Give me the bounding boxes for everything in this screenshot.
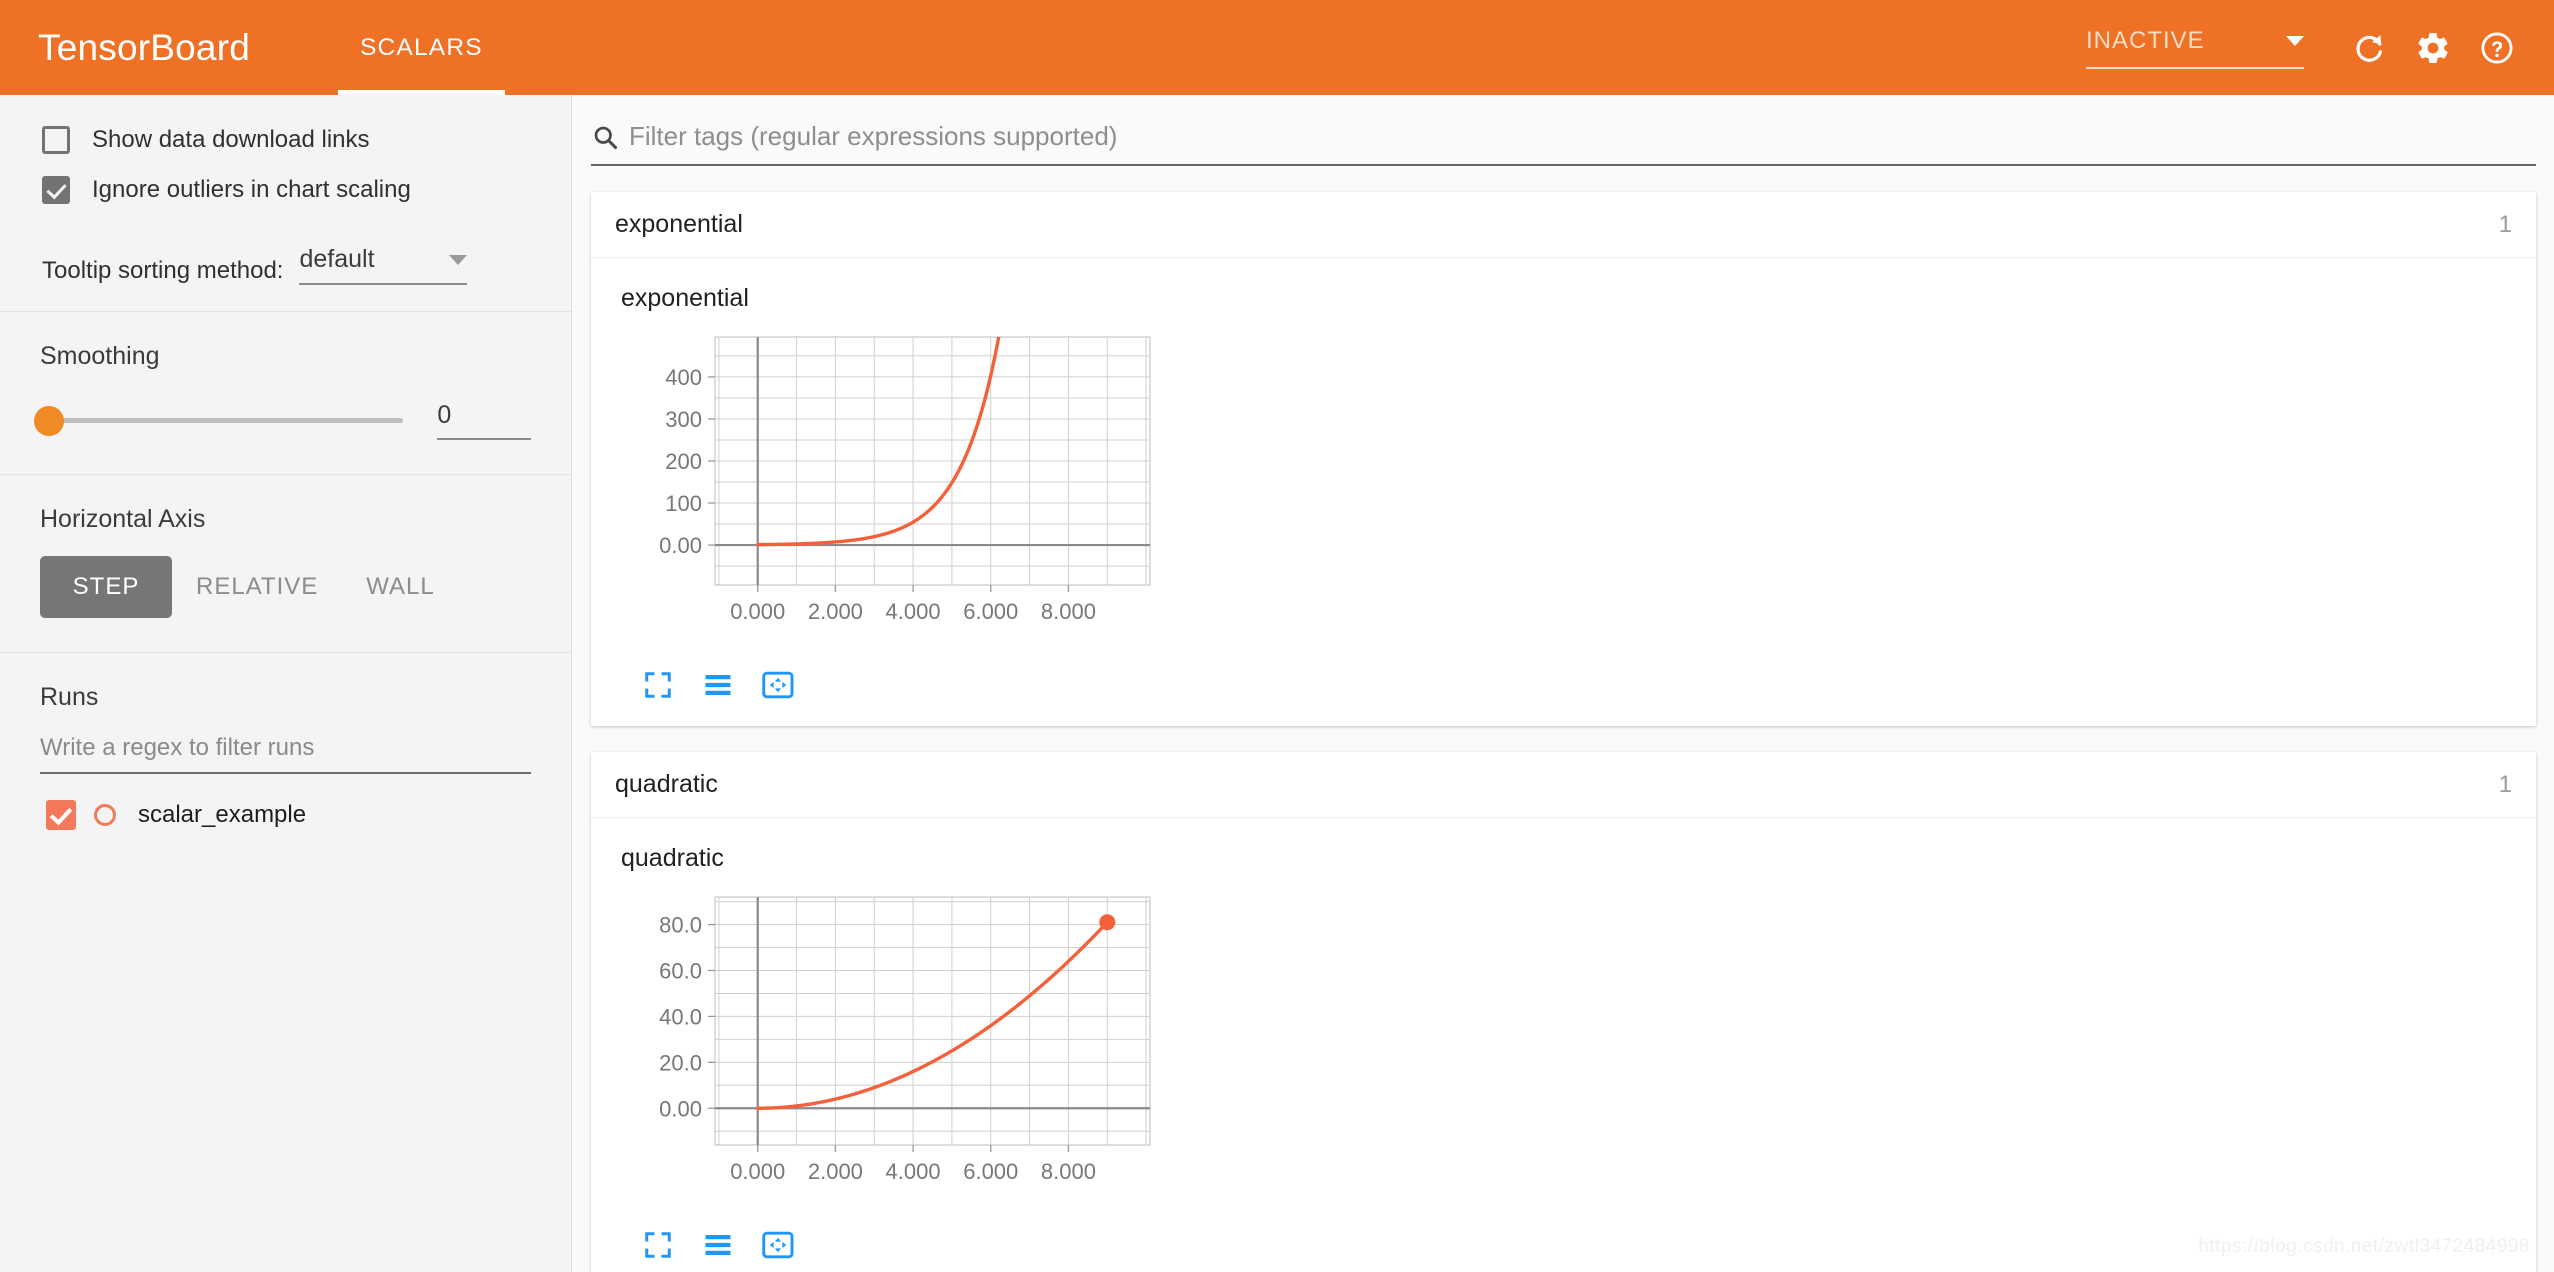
svg-text:0.00: 0.00 bbox=[659, 533, 702, 558]
app-title: TensorBoard bbox=[38, 27, 250, 69]
haxis-button-step[interactable]: STEP bbox=[40, 556, 172, 618]
haxis-button-wall-label: WALL bbox=[366, 573, 434, 601]
tag-card-title: quadratic bbox=[615, 770, 718, 799]
tab-scalars-label: SCALARS bbox=[360, 34, 483, 62]
tab-bar: SCALARS bbox=[338, 0, 505, 95]
tag-card-count: 1 bbox=[2499, 211, 2512, 239]
run-item-scalar-example[interactable]: scalar_example bbox=[46, 800, 531, 830]
header-actions: INACTIVE bbox=[2086, 21, 2524, 75]
tag-filter-bar[interactable]: Filter tags (regular expressions support… bbox=[591, 121, 2536, 166]
haxis-button-relative-label: RELATIVE bbox=[196, 573, 318, 601]
svg-text:60.0: 60.0 bbox=[659, 958, 702, 983]
svg-text:4.000: 4.000 bbox=[886, 599, 941, 624]
smoothing-control: 0 bbox=[40, 401, 531, 440]
reset-axes-icon[interactable] bbox=[757, 664, 799, 706]
chart-toolbar-exponential bbox=[637, 664, 2512, 718]
tooltip-sorting-row: Tooltip sorting method: default bbox=[42, 245, 531, 285]
haxis-button-relative[interactable]: RELATIVE bbox=[172, 556, 342, 618]
checkbox-checked-icon bbox=[42, 176, 70, 204]
haxis-button-step-label: STEP bbox=[73, 573, 140, 601]
checkbox-ignore-outliers[interactable]: Ignore outliers in chart scaling bbox=[42, 167, 531, 213]
run-color-circle-icon bbox=[94, 804, 116, 826]
fullscreen-icon[interactable] bbox=[637, 664, 679, 706]
reset-axes-icon[interactable] bbox=[757, 1224, 799, 1266]
checkbox-ignore-outliers-label: Ignore outliers in chart scaling bbox=[92, 176, 411, 204]
fullscreen-icon[interactable] bbox=[637, 1224, 679, 1266]
svg-text:80.0: 80.0 bbox=[659, 913, 702, 938]
smoothing-title: Smoothing bbox=[40, 342, 531, 371]
smoothing-slider-thumb[interactable] bbox=[34, 406, 64, 436]
svg-text:40.0: 40.0 bbox=[659, 1004, 702, 1029]
svg-text:400: 400 bbox=[665, 365, 702, 390]
app-header: TensorBoard SCALARS INACTIVE bbox=[0, 0, 2554, 95]
checkbox-unchecked-icon bbox=[42, 126, 70, 154]
chevron-down-icon bbox=[449, 255, 467, 265]
haxis-button-wall[interactable]: WALL bbox=[342, 556, 458, 618]
runs-filter-placeholder: Write a regex to filter runs bbox=[40, 734, 314, 761]
run-checkbox-checked-icon[interactable] bbox=[46, 800, 76, 830]
svg-text:0.00: 0.00 bbox=[659, 1096, 702, 1121]
help-button[interactable] bbox=[2470, 21, 2524, 75]
tag-card-quadratic: quadratic 1 quadratic 0.00 20.0 40.0 60.0 80… bbox=[591, 752, 2536, 1272]
watermark: https://blog.csdn.net/zwtl3472484998 bbox=[2198, 1236, 2530, 1258]
smoothing-value-input[interactable]: 0 bbox=[437, 401, 531, 440]
tag-card-exponential: exponential 1 exponential 0.00 100 200 300 4… bbox=[591, 192, 2536, 726]
help-icon bbox=[2479, 30, 2515, 66]
tab-scalars[interactable]: SCALARS bbox=[338, 0, 505, 95]
svg-text:2.000: 2.000 bbox=[808, 1159, 863, 1184]
tag-card-body: exponential 0.00 100 200 300 400 0.000 2.000 4.… bbox=[591, 258, 2536, 726]
run-selector-value: INACTIVE bbox=[2086, 27, 2205, 55]
svg-text:200: 200 bbox=[665, 449, 702, 474]
checkbox-show-download-links-label: Show data download links bbox=[92, 126, 370, 154]
chart-exponential[interactable]: 0.00 100 200 300 400 0.000 2.000 4.000 6.000 8.00… bbox=[615, 323, 1175, 658]
data-table-icon[interactable] bbox=[697, 1224, 739, 1266]
horizontal-axis-section: Horizontal Axis STEP RELATIVE WALL bbox=[0, 475, 571, 652]
tag-card-count: 1 bbox=[2499, 771, 2512, 799]
smoothing-value: 0 bbox=[437, 401, 451, 429]
smoothing-section: Smoothing 0 bbox=[0, 312, 571, 474]
tooltip-sorting-value: default bbox=[299, 245, 374, 274]
chart-title-quadratic: quadratic bbox=[621, 844, 2512, 873]
svg-text:6.000: 6.000 bbox=[963, 1159, 1018, 1184]
runs-title: Runs bbox=[40, 683, 531, 712]
run-item-label: scalar_example bbox=[138, 801, 306, 829]
smoothing-slider[interactable] bbox=[50, 418, 403, 423]
svg-text:2.000: 2.000 bbox=[808, 599, 863, 624]
tag-card-body: quadratic 0.00 20.0 40.0 60.0 80.0 0.000 2.000… bbox=[591, 818, 2536, 1272]
runs-filter-input[interactable]: Write a regex to filter runs bbox=[40, 734, 531, 774]
svg-text:0.000: 0.000 bbox=[730, 599, 785, 624]
svg-text:4.000: 4.000 bbox=[886, 1159, 941, 1184]
data-table-icon[interactable] bbox=[697, 664, 739, 706]
checkbox-show-download-links[interactable]: Show data download links bbox=[42, 117, 531, 163]
svg-text:100: 100 bbox=[665, 491, 702, 516]
run-selector[interactable]: INACTIVE bbox=[2086, 27, 2304, 69]
tag-card-header[interactable]: quadratic 1 bbox=[591, 752, 2536, 818]
chart-quadratic[interactable]: 0.00 20.0 40.0 60.0 80.0 0.000 2.000 4.000 6.000… bbox=[615, 883, 1175, 1218]
tag-card-title: exponential bbox=[615, 210, 743, 239]
refresh-button[interactable] bbox=[2342, 21, 2396, 75]
svg-text:6.000: 6.000 bbox=[963, 599, 1018, 624]
tooltip-sorting-label: Tooltip sorting method: bbox=[42, 257, 283, 285]
svg-text:300: 300 bbox=[665, 407, 702, 432]
svg-text:0.000: 0.000 bbox=[730, 1159, 785, 1184]
svg-text:8.000: 8.000 bbox=[1041, 1159, 1096, 1184]
svg-text:8.000: 8.000 bbox=[1041, 599, 1096, 624]
horizontal-axis-title: Horizontal Axis bbox=[40, 505, 531, 534]
gear-icon bbox=[2415, 30, 2451, 66]
chart-title-exponential: exponential bbox=[621, 284, 2512, 313]
search-icon bbox=[591, 123, 619, 151]
sidebar: Show data download links Ignore outliers… bbox=[0, 95, 572, 1272]
svg-text:20.0: 20.0 bbox=[659, 1050, 702, 1075]
tooltip-sorting-select[interactable]: default bbox=[299, 245, 467, 285]
runs-section: Runs Write a regex to filter runs scalar… bbox=[0, 653, 571, 830]
horizontal-axis-buttons: STEP RELATIVE WALL bbox=[40, 556, 531, 618]
refresh-icon bbox=[2351, 30, 2387, 66]
tag-card-header[interactable]: exponential 1 bbox=[591, 192, 2536, 258]
tag-filter-placeholder: Filter tags (regular expressions support… bbox=[629, 121, 1117, 152]
settings-button[interactable] bbox=[2406, 21, 2460, 75]
chevron-down-icon bbox=[2286, 36, 2304, 46]
main-content: Filter tags (regular expressions support… bbox=[573, 95, 2554, 1272]
